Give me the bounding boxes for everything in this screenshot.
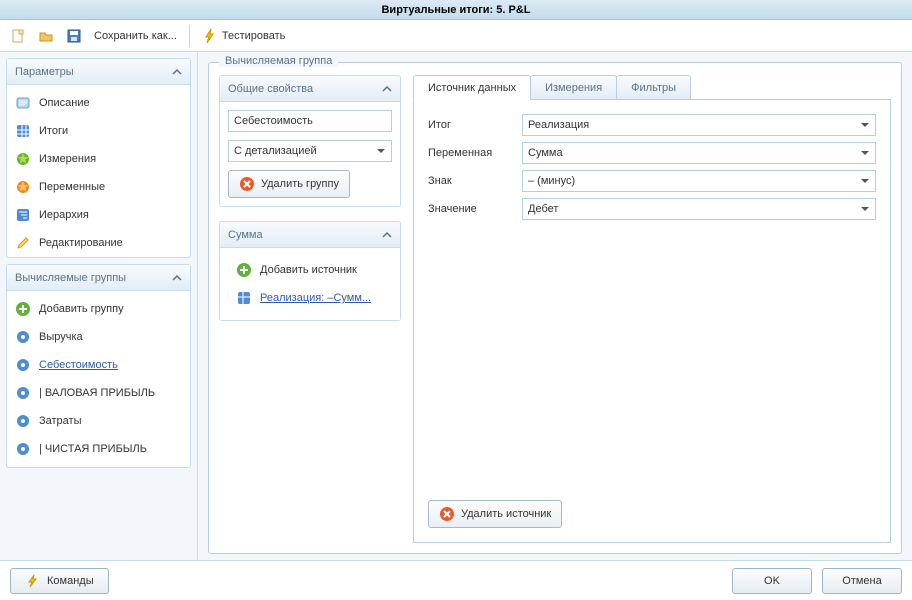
floppy-icon xyxy=(66,28,82,44)
test-label: Тестировать xyxy=(222,30,286,42)
delete-group-button[interactable]: Удалить группу xyxy=(228,170,350,198)
gear-icon xyxy=(15,385,31,401)
chevron-up-icon xyxy=(382,84,392,94)
group-cost[interactable]: Себестоимость xyxy=(7,351,190,379)
groups-panel: Вычисляемые группы Добавить группу Выруч… xyxy=(6,264,191,468)
common-props-panel: Общие свойства С детализацией Удалить гр… xyxy=(219,75,401,207)
groupbox-title: Вычисляемая группа xyxy=(219,55,338,67)
group-revenue[interactable]: Выручка xyxy=(7,323,190,351)
grid-icon xyxy=(236,290,252,306)
cancel-button[interactable]: Отмена xyxy=(822,568,902,594)
grid-icon xyxy=(15,123,31,139)
lightning-icon xyxy=(25,573,41,589)
gear-icon xyxy=(15,329,31,345)
common-props-header[interactable]: Общие свойства xyxy=(220,76,400,102)
new-button[interactable] xyxy=(6,24,30,48)
hierarchy-icon xyxy=(15,207,31,223)
tab-dimensions[interactable]: Измерения xyxy=(530,75,617,100)
pencil-icon xyxy=(15,235,31,251)
source-item[interactable]: Реализация: –Сумм... xyxy=(228,284,392,312)
variable-label: Переменная xyxy=(428,147,514,159)
group-net-profit[interactable]: | ЧИСТАЯ ПРИБЫЛЬ xyxy=(7,435,190,463)
window-title: Виртуальные итоги: 5. P&L xyxy=(0,0,912,20)
param-editing[interactable]: Редактирование xyxy=(7,229,190,257)
param-variables[interactable]: Переменные xyxy=(7,173,190,201)
group-name-input[interactable] xyxy=(228,110,392,132)
tab-filters[interactable]: Фильтры xyxy=(616,75,691,100)
delete-source-button[interactable]: Удалить источник xyxy=(428,500,562,528)
ok-button[interactable]: OK xyxy=(732,568,812,594)
commands-button[interactable]: Команды xyxy=(10,568,109,594)
star-green-icon xyxy=(15,151,31,167)
sign-select[interactable]: – (минус) xyxy=(522,170,876,192)
chevron-up-icon xyxy=(172,273,182,283)
value-select[interactable]: Дебет xyxy=(522,198,876,220)
add-group-item[interactable]: Добавить группу xyxy=(7,295,190,323)
chevron-up-icon xyxy=(172,67,182,77)
sum-header[interactable]: Сумма xyxy=(220,222,400,248)
open-button[interactable] xyxy=(34,24,58,48)
save-button[interactable] xyxy=(62,24,86,48)
plus-circle-icon xyxy=(236,262,252,278)
save-as-label: Сохранить как... xyxy=(94,30,177,42)
total-label: Итог xyxy=(428,119,514,131)
total-select[interactable]: Реализация xyxy=(522,114,876,136)
gear-icon xyxy=(15,357,31,373)
close-circle-icon xyxy=(239,176,255,192)
lightning-icon xyxy=(202,28,218,44)
params-panel: Параметры Описание Итоги Измерения xyxy=(6,58,191,258)
value-label: Значение xyxy=(428,203,514,215)
detail-select[interactable]: С детализацией xyxy=(228,140,392,162)
gear-icon xyxy=(15,413,31,429)
variable-select[interactable]: Сумма xyxy=(522,142,876,164)
params-header[interactable]: Параметры xyxy=(7,59,190,85)
tab-pane: Итог Реализация Переменная Сумма Знак – … xyxy=(413,100,891,543)
save-as-button[interactable]: Сохранить как... xyxy=(90,24,181,48)
group-gross-profit[interactable]: | ВАЛОВАЯ ПРИБЫЛЬ xyxy=(7,379,190,407)
bottom-bar: Команды OK Отмена xyxy=(0,560,912,600)
plus-circle-icon xyxy=(15,301,31,317)
toolbar-separator xyxy=(189,25,190,47)
toolbar: Сохранить как... Тестировать xyxy=(0,20,912,52)
description-icon xyxy=(15,95,31,111)
close-circle-icon xyxy=(439,506,455,522)
sum-panel: Сумма Добавить источник Реализация: –Сум… xyxy=(219,221,401,321)
param-description[interactable]: Описание xyxy=(7,89,190,117)
sign-label: Знак xyxy=(428,175,514,187)
group-expenses[interactable]: Затраты xyxy=(7,407,190,435)
test-button[interactable]: Тестировать xyxy=(198,24,290,48)
tabs: Источник данных Измерения Фильтры xyxy=(413,75,891,100)
groups-header[interactable]: Вычисляемые группы xyxy=(7,265,190,291)
gear-icon xyxy=(15,441,31,457)
param-hierarchy[interactable]: Иерархия xyxy=(7,201,190,229)
star-orange-icon xyxy=(15,179,31,195)
chevron-up-icon xyxy=(382,230,392,240)
groupbox-calc-group: Вычисляемая группа Общие свойства С дета… xyxy=(208,62,902,554)
document-new-icon xyxy=(10,28,26,44)
add-source-item[interactable]: Добавить источник xyxy=(228,256,392,284)
param-dimensions[interactable]: Измерения xyxy=(7,145,190,173)
param-totals[interactable]: Итоги xyxy=(7,117,190,145)
tab-data-source[interactable]: Источник данных xyxy=(413,75,531,100)
content-area: Вычисляемая группа Общие свойства С дета… xyxy=(198,52,912,560)
folder-open-icon xyxy=(38,28,54,44)
sidebar: Параметры Описание Итоги Измерения xyxy=(0,52,198,560)
